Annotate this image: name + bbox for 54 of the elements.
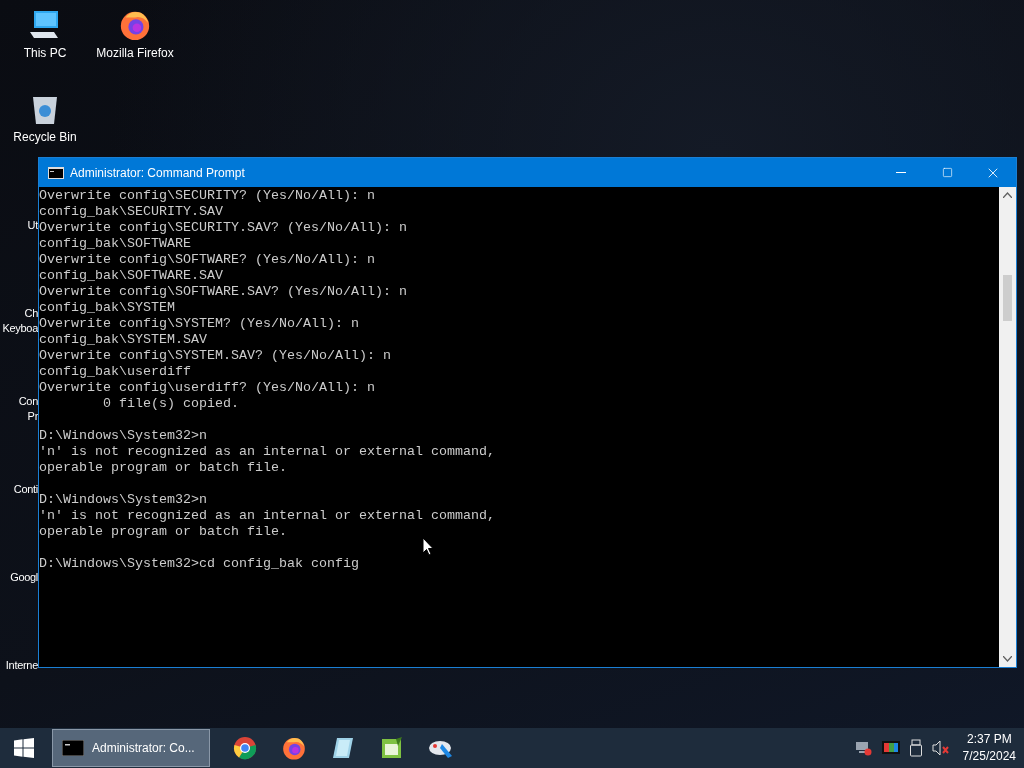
- chrome-icon[interactable]: [232, 736, 257, 760]
- console-line: 'n' is not recognized as an internal or external command,: [39, 444, 496, 460]
- console-line: D:\Windows\System32>n: [39, 428, 208, 444]
- desktop-icon-label[interactable]: Con: [18, 394, 38, 409]
- console-line: config_bak\SYSTEM: [39, 300, 176, 316]
- console-line: config_bak\SECURITY.SAV: [39, 204, 224, 220]
- console-line: operable program or batch file.: [39, 524, 288, 540]
- network-error-icon[interactable]: [854, 740, 873, 756]
- usb-drive-icon[interactable]: [908, 739, 923, 757]
- mouse-pointer-icon: [422, 537, 434, 556]
- console-line: Overwrite config\SYSTEM? (Yes/No/All): n: [39, 316, 360, 332]
- color-display-icon[interactable]: [881, 740, 900, 756]
- scroll-down-icon[interactable]: [1003, 656, 1012, 662]
- desktop-icon-label[interactable]: Ut: [27, 218, 38, 233]
- console-line: config_bak\SOFTWARE: [39, 236, 192, 252]
- console-line: Overwrite config\SECURITY? (Yes/No/All): n: [39, 188, 376, 204]
- desktop-icon-label[interactable]: Mozilla Firefox: [96, 46, 174, 60]
- scroll-up-icon[interactable]: [1003, 192, 1012, 198]
- desktop-icon-label[interactable]: Keyboa: [2, 321, 38, 336]
- console-line: Overwrite config\userdiff? (Yes/No/All): n: [39, 380, 376, 396]
- console-line: Overwrite config\SOFTWARE.SAV? (Yes/No/All): n: [39, 284, 408, 300]
- console-line: config_bak\SOFTWARE.SAV: [39, 268, 224, 284]
- console-line: Overwrite config\SOFTWARE? (Yes/No/All): n: [39, 252, 376, 268]
- console-line: config_bak\userdiff: [39, 364, 192, 380]
- desktop-icon-label[interactable]: Pr: [27, 409, 38, 424]
- spreadsheet-icon[interactable]: [379, 736, 404, 760]
- console-line: 0 file(s) copied.: [102, 396, 240, 412]
- console-icon: [48, 166, 64, 179]
- window-title: Administrator: Command Prompt: [70, 164, 245, 182]
- taskbar-app-button[interactable]: Administrator: Co...: [52, 729, 210, 767]
- minimize-icon: [896, 172, 906, 173]
- clock-date[interactable]: 7/25/2024: [962, 748, 1016, 765]
- console-icon: [62, 740, 84, 756]
- console-line: operable program or batch file.: [39, 460, 288, 476]
- desktop-icon-label[interactable]: Recycle Bin: [13, 130, 77, 144]
- clock-time[interactable]: 2:37 PM: [966, 731, 1012, 748]
- maximize-icon: [941, 167, 953, 178]
- desktop-icon-label[interactable]: Ch: [24, 306, 38, 321]
- scrollbar[interactable]: [999, 187, 1016, 667]
- console-line: D:\Windows\System32>cd config_bak config: [39, 556, 360, 572]
- console-line: 'n' is not recognized as an internal or external command,: [39, 508, 496, 524]
- desktop-icon-label[interactable]: Interne: [5, 658, 38, 673]
- desktop-icon-label[interactable]: This PC: [23, 46, 67, 60]
- windows-logo-icon: [14, 738, 34, 758]
- console-line: config_bak\SYSTEM.SAV: [39, 332, 208, 348]
- console-line: D:\Windows\System32>n: [39, 492, 208, 508]
- console-line: Overwrite config\SECURITY.SAV? (Yes/No/All): n: [39, 220, 408, 236]
- desktop-icon-label[interactable]: Conti: [13, 482, 38, 497]
- scrollbar-thumb[interactable]: [1003, 275, 1012, 321]
- speaker-muted-icon[interactable]: [931, 740, 950, 756]
- notepad-icon[interactable]: [330, 736, 355, 760]
- firefox-icon: [280, 735, 307, 761]
- console-line: Overwrite config\SYSTEM.SAV? (Yes/No/All): n: [39, 348, 392, 364]
- desktop-icon-label[interactable]: Googl: [10, 570, 38, 585]
